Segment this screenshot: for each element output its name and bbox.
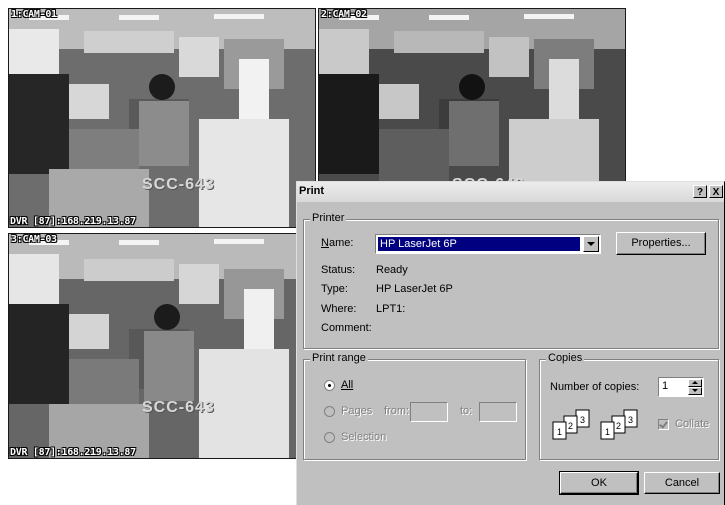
dialog-title: Print [299, 185, 325, 197]
where-value: LPT1: [376, 303, 406, 315]
all-label[interactable]: All [341, 379, 353, 391]
svg-text:1: 1 [557, 427, 562, 437]
type-label: Type: [321, 283, 348, 295]
camera-1-image [9, 9, 315, 227]
camera-3-image [9, 234, 315, 458]
copies-value: 1 [662, 380, 669, 392]
comment-label: Comment: [321, 322, 372, 334]
pages-label[interactable]: Pages [341, 405, 372, 417]
dialog-titlebar[interactable]: Print ? X [297, 182, 724, 202]
printer-group-title: Printer [310, 212, 347, 224]
copies-spinner[interactable]: 1 [658, 377, 704, 397]
status-value: Ready [376, 264, 408, 276]
number-of-copies-label: Number of copies: [550, 381, 640, 393]
help-button[interactable]: ? [693, 185, 707, 198]
camera-view-3[interactable]: 3:CAM-03 SCC-643 DVR [87]:168.219.13.87 [8, 233, 316, 459]
copies-group-title: Copies [546, 352, 585, 364]
spin-up-icon[interactable] [688, 379, 702, 387]
print-dialog: Print ? X Printer Name: HP LaserJet 6P P… [296, 181, 725, 505]
camera-1-watermark: SCC-643 [142, 176, 215, 193]
spin-down-icon[interactable] [688, 387, 702, 395]
svg-text:2: 2 [568, 421, 573, 431]
from-field[interactable] [410, 402, 448, 422]
type-value: HP LaserJet 6P [376, 283, 453, 295]
camera-3-label: 3:CAM-03 [11, 234, 57, 245]
pages-radio[interactable] [324, 406, 335, 417]
svg-text:2: 2 [616, 421, 621, 431]
collate-pages-icon-2: 3 2 1 [600, 409, 638, 440]
where-label: Where: [321, 303, 357, 315]
svg-text:3: 3 [628, 415, 633, 425]
camera-view-1[interactable]: 1:CAM-01 SCC-643 DVR [87]:168.219.13.87 [8, 8, 316, 228]
all-radio[interactable] [324, 380, 335, 391]
svg-text:1: 1 [605, 427, 610, 437]
from-label: from: [384, 405, 410, 417]
name-label: Name: [321, 237, 354, 249]
ok-button[interactable]: OK [559, 471, 639, 495]
print-range-group-title: Print range [310, 352, 368, 364]
to-field[interactable] [479, 402, 517, 422]
svg-text:3: 3 [580, 415, 585, 425]
camera-2-label: 2:CAM-02 [321, 9, 367, 20]
printer-name-value: HP LaserJet 6P [378, 237, 580, 251]
status-label: Status: [321, 264, 356, 276]
close-button[interactable]: X [709, 185, 723, 198]
camera-3-watermark: SCC-643 [142, 399, 215, 416]
properties-button[interactable]: Properties... [616, 232, 706, 255]
cancel-button[interactable]: Cancel [644, 472, 720, 494]
printer-name-select[interactable]: HP LaserJet 6P [375, 234, 601, 254]
camera-1-ip: DVR [87]:168.219.13.87 [10, 216, 136, 227]
selection-radio[interactable] [324, 432, 335, 443]
dropdown-arrow-icon[interactable] [583, 236, 599, 252]
camera-3-ip: DVR [87]:168.219.13.87 [10, 447, 136, 458]
selection-label[interactable]: Selection [341, 431, 386, 443]
collate-checkbox[interactable] [658, 419, 669, 430]
collate-pages-icon: 3 2 1 [552, 409, 590, 440]
camera-1-label: 1:CAM-01 [11, 9, 57, 20]
collate-label[interactable]: Collate [675, 418, 709, 430]
to-label: to: [460, 405, 473, 417]
